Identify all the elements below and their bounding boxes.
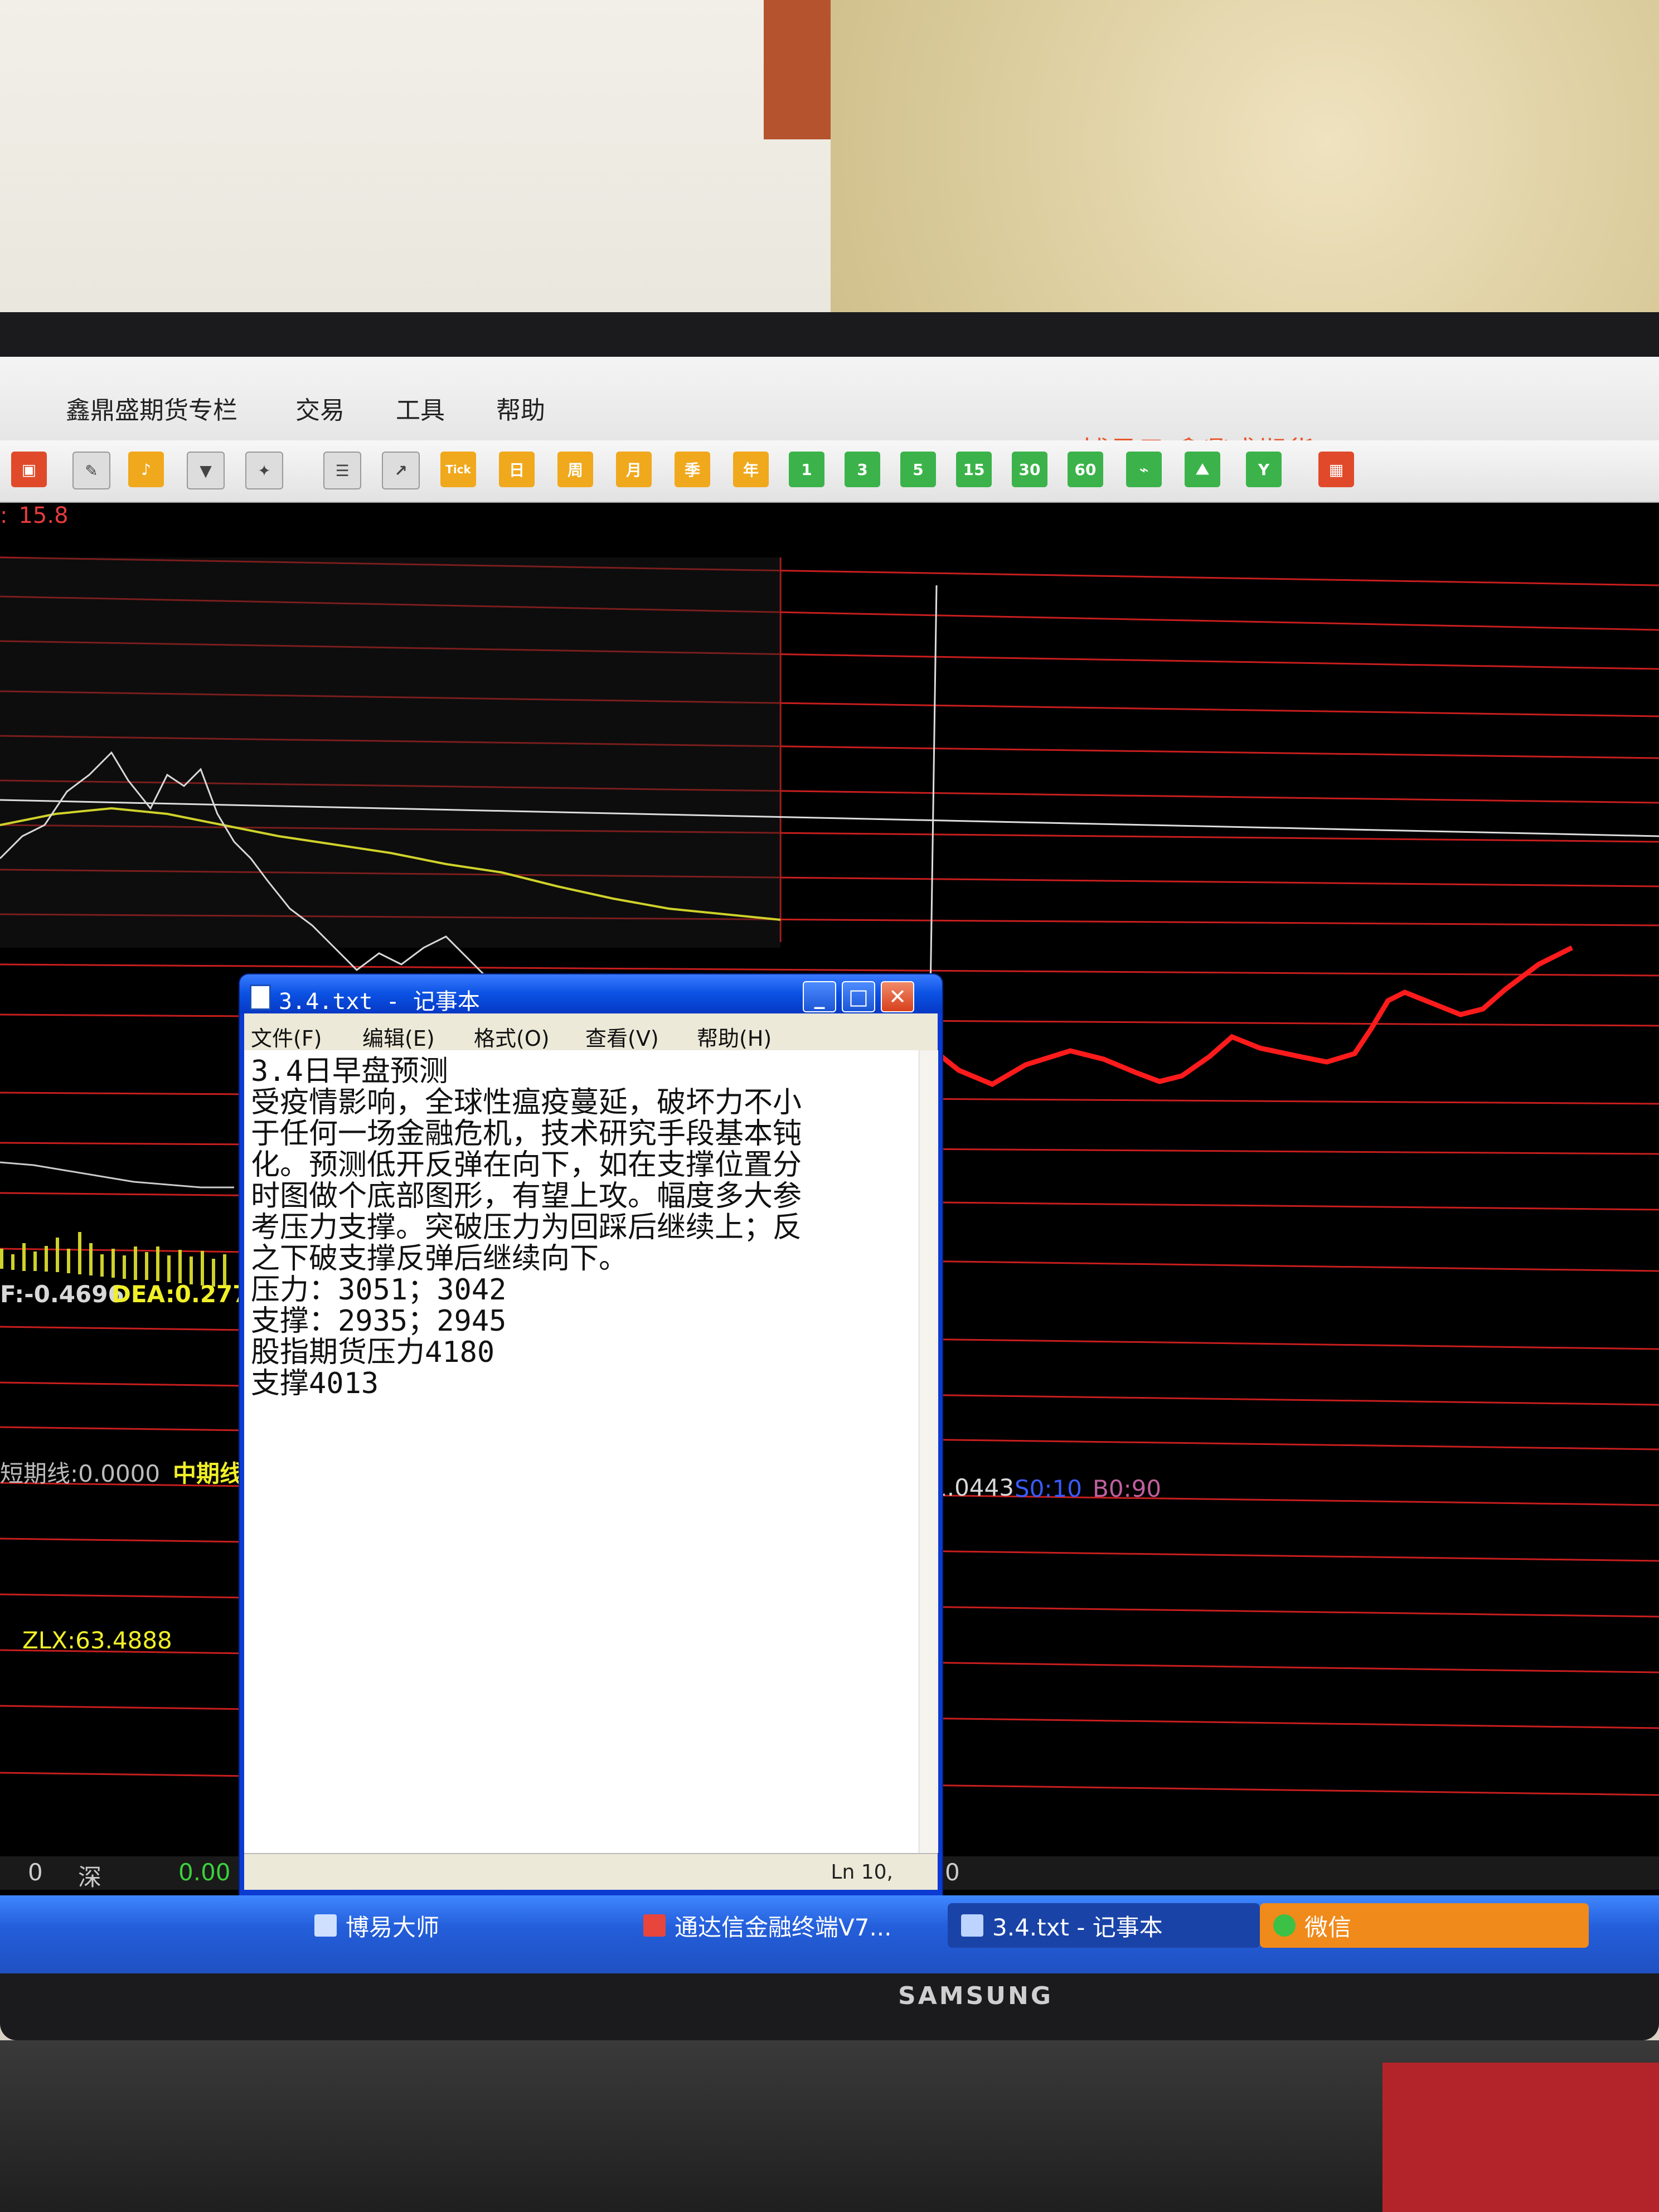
grid-icon[interactable]: ▦ xyxy=(1318,452,1354,487)
menu-edit[interactable]: 编辑(E) xyxy=(362,1021,435,1052)
mountain-icon[interactable]: ⛰ xyxy=(1185,452,1220,487)
app-icon xyxy=(314,1914,337,1937)
macd-diff-label: F:-0.4696 xyxy=(0,1280,124,1308)
short-term-label: 短期线:0.0000 xyxy=(0,1460,161,1487)
period-5min[interactable]: 5 xyxy=(900,452,936,487)
task-notepad[interactable]: 3.4.txt - 记事本 xyxy=(948,1903,1260,1948)
task-boyi[interactable]: 博易大师 xyxy=(301,1903,613,1948)
task-label: 通达信金融终端V7... xyxy=(675,1913,892,1941)
bell-icon[interactable]: ♪ xyxy=(128,452,164,487)
menu-format[interactable]: 格式(O) xyxy=(474,1021,550,1052)
task-label: 3.4.txt - 记事本 xyxy=(992,1913,1163,1941)
chart-icon[interactable]: ↗ xyxy=(382,452,420,489)
period-day[interactable]: 日 xyxy=(499,452,535,487)
wechat-icon xyxy=(1273,1914,1296,1937)
footer-green-value: 0.00 xyxy=(178,1859,231,1886)
buy-label: B0:90 xyxy=(1093,1475,1162,1502)
menu-tools[interactable]: 工具 xyxy=(396,390,445,426)
menu-column[interactable]: 鑫鼎盛期货专栏 xyxy=(66,390,237,426)
app-icon xyxy=(643,1914,666,1937)
footer-left-value: 0 xyxy=(28,1859,43,1886)
zlx-label: ZLX:63.4888 xyxy=(22,1627,172,1654)
notepad-titlebar[interactable]: 3.4.txt - 记事本 _ □ ✕ xyxy=(240,974,942,1015)
y-icon[interactable]: Y xyxy=(1246,452,1282,487)
mid-term-label: 中期线 xyxy=(173,1460,244,1487)
toolbar: ▣ ✎ ♪ ▼ ✦ ☰ ↗ Tick 日 周 月 季 年 1 3 5 15 30… xyxy=(0,440,1659,503)
text-line: 压力：3051；3042 xyxy=(251,1273,507,1307)
text-line: 考压力支撑。突破压力为回踩后继续上；反 xyxy=(251,1211,802,1244)
pencil-icon[interactable]: ✎ xyxy=(72,452,110,489)
period-tick[interactable]: Tick xyxy=(440,452,476,487)
text-line: 化。预测低开反弹在向下，如在支撑位置分 xyxy=(251,1148,802,1182)
menu-file[interactable]: 文件(F) xyxy=(251,1021,322,1052)
filter-icon[interactable]: ▼ xyxy=(187,452,225,489)
minimize-icon[interactable]: _ xyxy=(803,981,836,1012)
notepad-title: 3.4.txt - 记事本 xyxy=(279,989,480,1015)
screen: 鑫鼎盛期货专栏 交易 工具 帮助 博易云-鑫鼎盛期货 ▣ ✎ ♪ ▼ ✦ ☰ ↗… xyxy=(0,357,1659,1973)
menu-help[interactable]: 帮助(H) xyxy=(697,1021,772,1052)
text-line: 支撑：2935；2945 xyxy=(251,1304,507,1338)
close-icon[interactable]: ✕ xyxy=(881,981,914,1012)
period-year[interactable]: 年 xyxy=(733,452,769,487)
text-line: 支撑4013 xyxy=(251,1367,379,1400)
red-object xyxy=(1382,2063,1659,2212)
menu-help[interactable]: 帮助 xyxy=(496,390,545,426)
wall-background xyxy=(0,0,831,357)
period-quarter[interactable]: 季 xyxy=(675,452,710,487)
custom-period-icon[interactable]: ⌁ xyxy=(1126,452,1162,487)
sell-label: S0:10 xyxy=(1015,1475,1082,1502)
period-15min[interactable]: 15 xyxy=(956,452,992,487)
period-60min[interactable]: 60 xyxy=(1068,452,1103,487)
task-label: 微信 xyxy=(1304,1913,1352,1941)
task-tdx[interactable]: 通达信金融终端V7... xyxy=(630,1903,942,1948)
wallpaper-background xyxy=(831,0,1659,357)
news-icon[interactable]: ✦ xyxy=(245,452,283,489)
notepad-statusbar: Ln 10, xyxy=(244,1853,938,1890)
right-value-label: 1.0443 xyxy=(932,1474,1014,1501)
task-label: 博易大师 xyxy=(346,1913,440,1941)
period-3min[interactable]: 3 xyxy=(845,452,880,487)
text-line: 受疫情影响，全球性瘟疫蔓延，破坏力不小 xyxy=(251,1086,802,1119)
notepad-scrollbar[interactable] xyxy=(919,1050,938,1853)
volume-bars xyxy=(0,1232,226,1288)
notepad-menubar: 文件(F) 编辑(E) 格式(O) 查看(V) 帮助(H) xyxy=(244,1013,938,1052)
period-week[interactable]: 周 xyxy=(557,452,593,487)
forecast-line xyxy=(929,945,1574,1088)
period-1min[interactable]: 1 xyxy=(789,452,824,487)
text-line: 时图做个底部图形，有望上攻。幅度多大参 xyxy=(251,1180,802,1213)
macd-dea-label: DEA:0.277 xyxy=(111,1280,249,1308)
indicator-line xyxy=(0,1161,234,1189)
text-line: 之下破支撑反弹后继续向下。 xyxy=(251,1242,628,1275)
footer-market: 深 xyxy=(78,1864,102,1891)
table-icon[interactable]: ☰ xyxy=(323,452,361,489)
menu-trade[interactable]: 交易 xyxy=(295,390,345,426)
text-line: 于任何一场金融危机，技术研究手段基本钝 xyxy=(251,1117,802,1151)
notepad-text-area[interactable]: 3.4日早盘预测 受疫情影响，全球性瘟疫蔓延，破坏力不小 于任何一场金融危机，技… xyxy=(244,1050,919,1853)
task-wechat[interactable]: 微信 xyxy=(1260,1903,1589,1948)
monitor-brand: SAMSUNG xyxy=(898,1982,1053,2010)
footer-right-value: 0 xyxy=(945,1859,960,1886)
period-month[interactable]: 月 xyxy=(616,452,652,487)
taskbar: 博易大师 通达信金融终端V7... 3.4.txt - 记事本 微信 xyxy=(0,1895,1659,1973)
maximize-icon[interactable]: □ xyxy=(842,981,875,1012)
notepad-window: 3.4.txt - 记事本 _ □ ✕ 文件(F) 编辑(E) 格式(O) 查看… xyxy=(240,974,942,1900)
notepad-icon xyxy=(250,984,271,1010)
menu-view[interactable]: 查看(V) xyxy=(585,1021,659,1052)
app-menubar: 鑫鼎盛期货专栏 交易 工具 帮助 xyxy=(0,357,1659,440)
notepad-icon xyxy=(961,1914,983,1937)
layout-icon[interactable]: ▣ xyxy=(11,452,47,487)
period-30min[interactable]: 30 xyxy=(1012,452,1047,487)
door-edge xyxy=(764,0,831,139)
text-line: 3.4日早盘预测 xyxy=(251,1055,448,1088)
cursor-position: Ln 10, xyxy=(831,1861,893,1884)
text-line: 股指期货压力4180 xyxy=(251,1336,495,1369)
